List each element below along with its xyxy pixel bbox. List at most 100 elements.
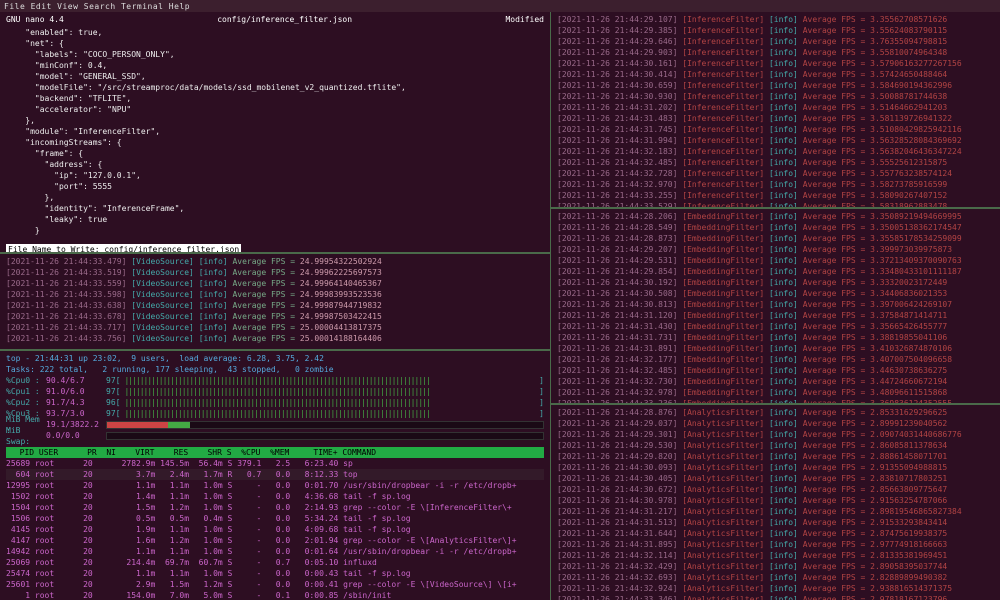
log-line: [2021-11-26 21:44:32.924] [AnalyticsFilt… bbox=[557, 583, 994, 594]
log-line: [2021-11-26 21:44:33.346] [AnalyticsFilt… bbox=[557, 594, 994, 600]
process-row[interactable]: 4147 root 20 1.6m 1.2m 1.0m S - 0.0 2:01… bbox=[6, 535, 544, 546]
process-row[interactable]: 25601 root 20 2.9m 1.5m 1.2m S - 0.0 0:0… bbox=[6, 579, 544, 590]
log-line: [2021-11-26 21:44:32.693] [AnalyticsFilt… bbox=[557, 572, 994, 583]
log-line: [2021-11-26 21:44:28.876] [AnalyticsFilt… bbox=[557, 407, 994, 418]
analytics-log-pane[interactable]: [2021-11-26 21:44:28.876] [AnalyticsFilt… bbox=[551, 405, 1000, 600]
log-line: [2021-11-26 21:44:32.183] [InferenceFilt… bbox=[557, 146, 994, 157]
log-line: [2021-11-26 21:44:33.559] [VideoSource] … bbox=[6, 278, 544, 289]
nano-content[interactable]: "enabled": true, "net": { "labels": "COC… bbox=[6, 27, 544, 236]
log-line: [2021-11-26 21:44:30.405] [AnalyticsFilt… bbox=[557, 473, 994, 484]
log-line: [2021-11-26 21:44:32.429] [AnalyticsFilt… bbox=[557, 561, 994, 572]
log-line: [2021-11-26 21:44:33.598] [VideoSource] … bbox=[6, 289, 544, 300]
log-line: [2021-11-26 21:44:31.513] [AnalyticsFilt… bbox=[557, 517, 994, 528]
tmux-layout: GNU nano 4.4 config/inference_filter.jso… bbox=[0, 12, 1000, 600]
log-line: [2021-11-26 21:44:33.255] [InferenceFilt… bbox=[557, 190, 994, 201]
log-line: [2021-11-26 21:44:29.820] [AnalyticsFilt… bbox=[557, 451, 994, 462]
log-line: [2021-11-26 21:44:33.678] [VideoSource] … bbox=[6, 311, 544, 322]
log-line: [2021-11-26 21:44:30.161] [InferenceFilt… bbox=[557, 58, 994, 69]
log-line: [2021-11-26 21:44:31.891] [EmbeddingFilt… bbox=[557, 343, 994, 354]
right-column: [2021-11-26 21:44:29.107] [InferenceFilt… bbox=[550, 12, 1000, 600]
process-row[interactable]: 25474 root 20 1.1m 1.1m 1.0m S - 0.0 0:0… bbox=[6, 568, 544, 579]
top-tasks-line: Tasks: 222 total, 2 running, 177 sleepin… bbox=[6, 364, 544, 375]
swap-bar: MiB Swap: 0.0/0.0 bbox=[6, 430, 544, 441]
log-line: [2021-11-26 21:44:30.978] [AnalyticsFilt… bbox=[557, 495, 994, 506]
inference-log-pane[interactable]: [2021-11-26 21:44:29.107] [InferenceFilt… bbox=[551, 12, 1000, 207]
log-line: [2021-11-26 21:44:29.107] [InferenceFilt… bbox=[557, 14, 994, 25]
top-summary-line: top - 21:44:31 up 23:02, 9 users, load a… bbox=[6, 353, 544, 364]
nano-filename: config/inference_filter.json bbox=[217, 14, 352, 25]
log-line: [2021-11-26 21:44:31.745] [InferenceFilt… bbox=[557, 124, 994, 135]
log-line: [2021-11-26 21:44:29.207] [EmbeddingFilt… bbox=[557, 244, 994, 255]
log-line: [2021-11-26 21:44:32.485] [InferenceFilt… bbox=[557, 157, 994, 168]
log-line: [2021-11-26 21:44:29.037] [AnalyticsFilt… bbox=[557, 418, 994, 429]
log-line: [2021-11-26 21:44:29.301] [AnalyticsFilt… bbox=[557, 429, 994, 440]
log-line: [2021-11-26 21:44:30.672] [AnalyticsFilt… bbox=[557, 484, 994, 495]
nano-app-name: GNU nano 4.4 bbox=[6, 14, 64, 25]
swap-value: 0.0/0.0 bbox=[46, 430, 106, 441]
nano-save-prompt[interactable]: File Name to Write: config/inference_fil… bbox=[6, 244, 241, 252]
log-line: [2021-11-26 21:44:31.895] [AnalyticsFilt… bbox=[557, 539, 994, 550]
log-line: [2021-11-26 21:44:29.854] [EmbeddingFilt… bbox=[557, 266, 994, 277]
embedding-log-pane[interactable]: [2021-11-26 21:44:28.206] [EmbeddingFilt… bbox=[551, 209, 1000, 404]
log-line: [2021-11-26 21:44:31.994] [InferenceFilt… bbox=[557, 135, 994, 146]
log-line: [2021-11-26 21:44:29.385] [InferenceFilt… bbox=[557, 25, 994, 36]
log-line: [2021-11-26 21:44:31.120] [EmbeddingFilt… bbox=[557, 310, 994, 321]
process-row[interactable]: 12995 root 20 1.1m 1.1m 1.0m S - 0.0 0:0… bbox=[6, 480, 544, 491]
log-line: [2021-11-26 21:44:33.529] [InferenceFilt… bbox=[557, 201, 994, 207]
log-line: [2021-11-26 21:44:30.414] [InferenceFilt… bbox=[557, 69, 994, 80]
video-log-pane[interactable]: [2021-11-26 21:44:33.479] [VideoSource] … bbox=[0, 254, 550, 349]
log-line: [2021-11-26 21:44:33.717] [VideoSource] … bbox=[6, 322, 544, 333]
nano-editor-pane[interactable]: GNU nano 4.4 config/inference_filter.jso… bbox=[0, 12, 550, 252]
log-line: [2021-11-26 21:44:30.813] [EmbeddingFilt… bbox=[557, 299, 994, 310]
log-line: [2021-11-26 21:44:28.549] [EmbeddingFilt… bbox=[557, 222, 994, 233]
cpu-bar: %Cpu0 :90.4/6.797[||||||||||||||||||||||… bbox=[6, 375, 544, 386]
process-row[interactable]: 4145 root 20 1.9m 1.1m 1.0m S - 0.0 4:09… bbox=[6, 524, 544, 535]
swap-label: MiB Swap: bbox=[6, 425, 46, 447]
log-line: [2021-11-26 21:44:29.646] [InferenceFilt… bbox=[557, 36, 994, 47]
log-line: [2021-11-26 21:44:31.644] [AnalyticsFilt… bbox=[557, 528, 994, 539]
log-line: [2021-11-26 21:44:32.978] [EmbeddingFilt… bbox=[557, 387, 994, 398]
process-header[interactable]: PID USER PR NI VIRT RES SHR S %CPU %MEM … bbox=[6, 447, 544, 458]
log-line: [2021-11-26 21:44:33.756] [VideoSource] … bbox=[6, 333, 544, 344]
process-row[interactable]: 25689 root 20 2782.9m 145.5m 56.4m S 379… bbox=[6, 458, 544, 469]
process-row[interactable]: 1504 root 20 1.5m 1.2m 1.0m S - 0.0 2:14… bbox=[6, 502, 544, 513]
log-line: [2021-11-26 21:44:31.202] [InferenceFilt… bbox=[557, 102, 994, 113]
nano-titlebar: GNU nano 4.4 config/inference_filter.jso… bbox=[6, 14, 544, 25]
process-row[interactable]: 604 root 20 3.7m 2.4m 1.7m R 0.7 0.0 8:1… bbox=[6, 469, 544, 480]
log-line: [2021-11-26 21:44:33.236] [EmbeddingFilt… bbox=[557, 398, 994, 404]
log-line: [2021-11-26 21:44:31.483] [InferenceFilt… bbox=[557, 113, 994, 124]
log-line: [2021-11-26 21:44:32.728] [InferenceFilt… bbox=[557, 168, 994, 179]
log-line: [2021-11-26 21:44:32.730] [EmbeddingFilt… bbox=[557, 376, 994, 387]
log-line: [2021-11-26 21:44:30.093] [AnalyticsFilt… bbox=[557, 462, 994, 473]
nano-status: Modified bbox=[505, 14, 544, 25]
htop-pane[interactable]: top - 21:44:31 up 23:02, 9 users, load a… bbox=[0, 351, 550, 600]
process-row[interactable]: 25069 root 20 214.4m 69.7m 60.7m S - 0.7… bbox=[6, 557, 544, 568]
mem-bar: MiB Mem : 19.1/3822.2 bbox=[6, 419, 544, 430]
log-line: [2021-11-26 21:44:31.430] [EmbeddingFilt… bbox=[557, 321, 994, 332]
process-row[interactable]: 14942 root 20 1.1m 1.1m 1.0m S - 0.0 0:0… bbox=[6, 546, 544, 557]
process-row[interactable]: 1502 root 20 1.4m 1.1m 1.0m S - 0.0 4:36… bbox=[6, 491, 544, 502]
log-line: [2021-11-26 21:44:33.519] [VideoSource] … bbox=[6, 267, 544, 278]
cpu-bar: %Cpu2 :91.7/4.396[||||||||||||||||||||||… bbox=[6, 397, 544, 408]
log-line: [2021-11-26 21:44:31.217] [AnalyticsFilt… bbox=[557, 506, 994, 517]
log-line: [2021-11-26 21:44:28.873] [EmbeddingFilt… bbox=[557, 233, 994, 244]
log-line: [2021-11-26 21:44:32.177] [EmbeddingFilt… bbox=[557, 354, 994, 365]
cpu-bars: %Cpu0 :90.4/6.797[||||||||||||||||||||||… bbox=[6, 375, 544, 419]
process-list[interactable]: 25689 root 20 2782.9m 145.5m 56.4m S 379… bbox=[6, 458, 544, 600]
left-column: GNU nano 4.4 config/inference_filter.jso… bbox=[0, 12, 550, 600]
log-line: [2021-11-26 21:44:29.531] [EmbeddingFilt… bbox=[557, 255, 994, 266]
log-line: [2021-11-26 21:44:30.659] [InferenceFilt… bbox=[557, 80, 994, 91]
log-line: [2021-11-26 21:44:33.638] [VideoSource] … bbox=[6, 300, 544, 311]
process-row[interactable]: 1506 root 20 0.5m 0.5m 0.4m S - 0.0 5:34… bbox=[6, 513, 544, 524]
log-line: [2021-11-26 21:44:28.206] [EmbeddingFilt… bbox=[557, 211, 994, 222]
log-line: [2021-11-26 21:44:32.114] [AnalyticsFilt… bbox=[557, 550, 994, 561]
cpu-bar: %Cpu3 :93.7/3.097[||||||||||||||||||||||… bbox=[6, 408, 544, 419]
log-line: [2021-11-26 21:44:32.485] [EmbeddingFilt… bbox=[557, 365, 994, 376]
process-row[interactable]: 1 root 20 154.0m 7.0m 5.0m S - 0.1 0:00.… bbox=[6, 590, 544, 600]
menubar[interactable]: File Edit View Search Terminal Help bbox=[0, 0, 1000, 12]
mem-value: 19.1/3822.2 bbox=[46, 419, 106, 430]
log-line: [2021-11-26 21:44:30.192] [EmbeddingFilt… bbox=[557, 277, 994, 288]
log-line: [2021-11-26 21:44:32.970] [InferenceFilt… bbox=[557, 179, 994, 190]
log-line: [2021-11-26 21:44:30.930] [InferenceFilt… bbox=[557, 91, 994, 102]
cpu-bar: %Cpu1 :91.0/6.097[||||||||||||||||||||||… bbox=[6, 386, 544, 397]
